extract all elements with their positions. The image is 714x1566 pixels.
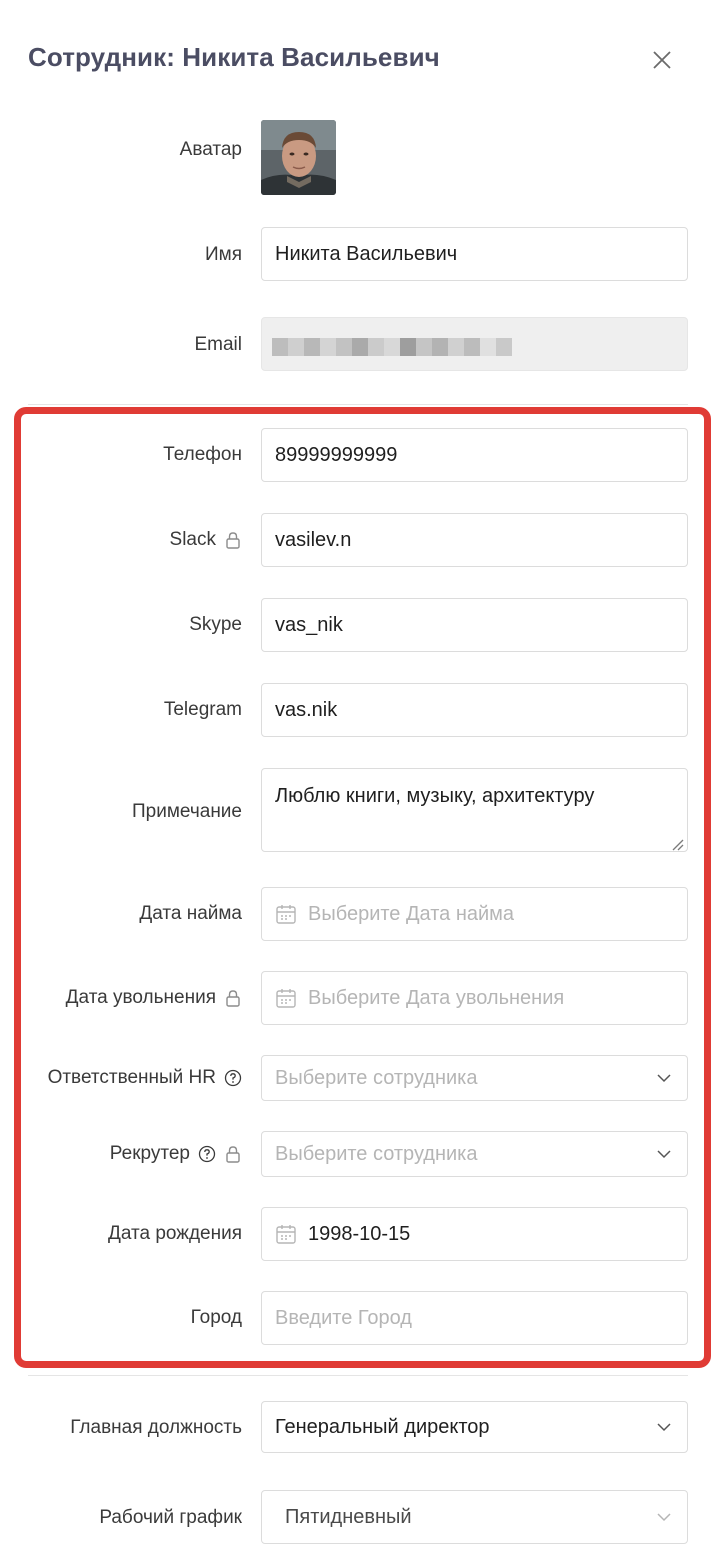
hr-label: Ответственный HR — [48, 1067, 242, 1089]
email-label: Email — [194, 334, 242, 355]
divider — [28, 404, 688, 405]
schedule-select[interactable]: Пятидневный — [261, 1490, 688, 1544]
name-input[interactable]: Никита Васильевич — [261, 227, 688, 281]
avatar[interactable] — [261, 120, 336, 195]
chevron-down-icon — [655, 1418, 673, 1436]
note-label: Примечание — [132, 801, 242, 822]
calendar-icon — [275, 1223, 297, 1245]
skype-label: Skype — [189, 614, 242, 635]
position-select[interactable]: Генеральный директор — [261, 1401, 688, 1453]
birth-date-label: Дата рождения — [107, 1223, 242, 1244]
birth-date-picker[interactable]: 1998-10-15 — [261, 1207, 688, 1261]
skype-input[interactable]: vas_nik — [261, 598, 688, 652]
position-label: Главная должность — [70, 1417, 242, 1438]
fire-date-picker[interactable]: Выберите Дата увольнения — [261, 971, 688, 1025]
slack-label: Slack — [170, 529, 242, 551]
schedule-label: Рабочий график — [99, 1507, 242, 1528]
recruiter-label: Рекрутер — [110, 1143, 242, 1165]
chevron-down-icon — [655, 1069, 673, 1087]
chevron-down-icon — [655, 1508, 673, 1526]
resize-handle-icon[interactable] — [670, 834, 684, 851]
note-textarea[interactable]: Люблю книги, музыку, архитектуру — [261, 768, 688, 852]
phone-input[interactable]: 89999999999 — [261, 428, 688, 482]
telegram-label: Telegram — [163, 699, 242, 720]
lock-icon — [224, 1145, 242, 1163]
calendar-icon — [275, 903, 297, 925]
chevron-down-icon — [655, 1145, 673, 1163]
page-title: Сотрудник: Никита Васильевич — [28, 42, 440, 72]
telegram-input[interactable]: vas.nik — [261, 683, 688, 737]
phone-label: Телефон — [163, 444, 242, 465]
divider — [28, 1375, 688, 1376]
name-label: Имя — [204, 244, 242, 265]
help-icon[interactable] — [198, 1145, 216, 1163]
close-icon[interactable] — [650, 48, 674, 72]
fire-date-label: Дата увольнения — [66, 987, 242, 1009]
lock-icon — [224, 531, 242, 549]
lock-icon — [224, 989, 242, 1007]
calendar-icon — [275, 987, 297, 1009]
hire-date-label: Дата найма — [139, 903, 242, 924]
avatar-label: Аватар — [179, 139, 242, 160]
email-blur — [272, 338, 512, 356]
city-label: Город — [190, 1307, 242, 1328]
hire-date-picker[interactable]: Выберите Дата найма — [261, 887, 688, 941]
recruiter-select[interactable]: Выберите сотрудника — [261, 1131, 688, 1177]
slack-input[interactable]: vasilev.n — [261, 513, 688, 567]
hr-select[interactable]: Выберите сотрудника — [261, 1055, 688, 1101]
help-icon[interactable] — [224, 1069, 242, 1087]
city-input[interactable]: Введите Город — [261, 1291, 688, 1345]
